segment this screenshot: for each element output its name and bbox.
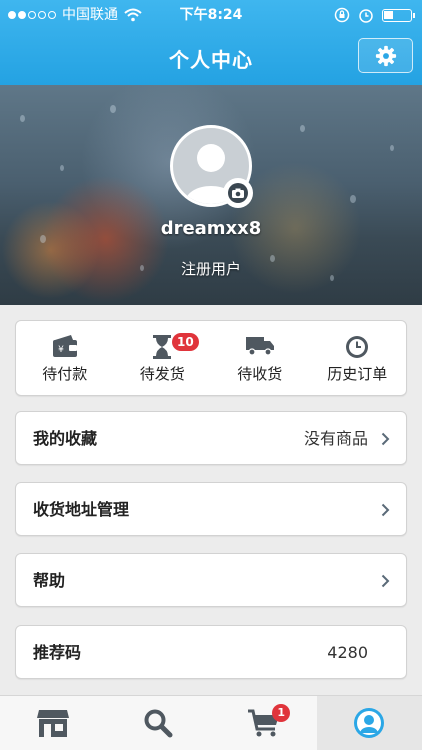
svg-text:¥: ¥ <box>58 345 64 355</box>
gear-icon <box>375 45 396 66</box>
order-label: 待收货 <box>237 365 283 383</box>
order-history[interactable]: 历史订单 <box>309 321 407 395</box>
help-label: 帮助 <box>33 571 66 590</box>
orders-card: ¥ 待付款 10 待发货 待收货 历史订单 <box>15 320 407 396</box>
chevron-right-icon <box>381 503 390 517</box>
cart-badge: 1 <box>272 704 291 722</box>
referral-row: 推荐码 4280 <box>15 625 407 679</box>
referral-label: 推荐码 <box>33 643 82 662</box>
favorites-row[interactable]: 我的收藏 没有商品 <box>15 411 407 465</box>
favorites-value: 没有商品 <box>303 429 368 448</box>
order-pending-receipt[interactable]: 待收货 <box>211 321 309 395</box>
tab-search[interactable] <box>106 696 212 750</box>
clock-icon <box>346 336 369 358</box>
status-bar: 中国联通 下午8:24 <box>0 0 422 30</box>
change-avatar-button[interactable] <box>223 178 253 208</box>
address-row[interactable]: 收货地址管理 <box>15 482 407 536</box>
tab-bar: 1 <box>0 695 422 750</box>
order-pending-payment[interactable]: ¥ 待付款 <box>16 321 114 395</box>
tab-profile[interactable] <box>316 696 422 750</box>
hourglass-icon <box>153 335 172 359</box>
app-header: 中国联通 下午8:24 个人中心 <box>0 0 422 85</box>
chevron-right-icon <box>381 574 390 588</box>
rotation-lock-icon <box>334 7 350 23</box>
profile-icon <box>354 708 385 738</box>
alarm-icon <box>359 9 373 23</box>
favorites-label: 我的收藏 <box>33 429 98 448</box>
status-right <box>334 0 415 30</box>
order-badge: 10 <box>172 333 199 351</box>
tab-cart[interactable]: 1 <box>211 696 317 750</box>
chevron-right-icon <box>381 432 390 446</box>
order-label: 待发货 <box>139 365 185 383</box>
order-pending-shipment[interactable]: 10 待发货 <box>114 321 212 395</box>
search-icon <box>144 709 173 738</box>
user-role: 注册用户 <box>180 260 241 278</box>
address-label: 收货地址管理 <box>33 500 130 519</box>
settings-button[interactable] <box>358 38 413 73</box>
help-row[interactable]: 帮助 <box>15 553 407 607</box>
store-icon <box>36 710 69 737</box>
truck-icon <box>245 337 274 356</box>
username: dreamxx8 <box>160 218 262 239</box>
wallet-icon: ¥ <box>52 335 77 357</box>
order-label: 历史订单 <box>327 365 388 383</box>
tab-store[interactable] <box>0 696 106 750</box>
referral-code: 4280 <box>327 643 368 662</box>
order-label: 待付款 <box>42 365 88 383</box>
camera-icon <box>228 183 248 203</box>
profile-banner: dreamxx8 注册用户 <box>0 85 422 305</box>
battery-icon <box>382 8 415 22</box>
